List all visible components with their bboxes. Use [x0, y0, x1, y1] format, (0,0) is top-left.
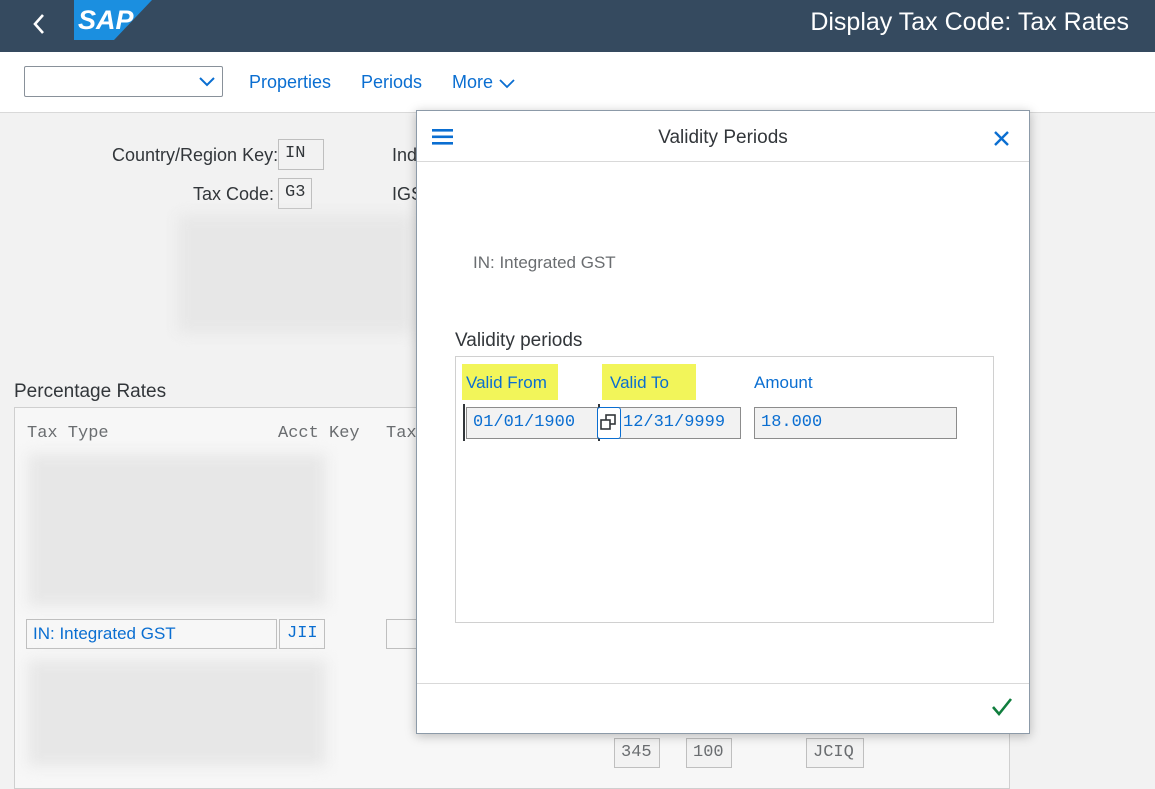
- copy-icon[interactable]: [597, 407, 621, 439]
- periods-button[interactable]: Periods: [361, 72, 422, 93]
- country-label: Country/Region Key:: [112, 145, 279, 165]
- tax-code-label: Tax Code:: [193, 184, 275, 204]
- dialog-footer-divider: [417, 683, 1029, 684]
- focus-brackets: [463, 404, 600, 441]
- confirm-check-icon[interactable]: [991, 697, 1013, 722]
- dialog-subtitle: IN: Integrated GST: [473, 253, 616, 272]
- valid-to-field[interactable]: 12/31/9999: [610, 407, 741, 439]
- close-icon[interactable]: [993, 130, 1010, 152]
- tax-code-field[interactable]: G3: [278, 178, 312, 209]
- blurred-rows-top: [28, 454, 326, 606]
- country-field[interactable]: IN: [278, 139, 324, 170]
- logo-text: SAP: [78, 5, 135, 35]
- variant-dropdown[interactable]: [24, 66, 223, 97]
- dialog-title: Validity Periods: [658, 127, 788, 148]
- rates-title: Percentage Rates: [14, 381, 167, 402]
- bottom-field-2[interactable]: 100: [686, 738, 732, 768]
- chevron-down-icon: [499, 79, 515, 89]
- sap-logo: SAP: [74, 0, 152, 40]
- validity-section-label: Validity periods: [455, 330, 583, 351]
- more-label: More: [452, 72, 494, 92]
- validity-periods-dialog: Validity Periods IN: Integrated GST Vali…: [416, 110, 1030, 734]
- col-valid-from: Valid From: [466, 373, 547, 392]
- col-tax-type: Tax Type: [27, 424, 109, 443]
- blurred-rows-bottom: [28, 660, 326, 766]
- tax-type-field[interactable]: IN: Integrated GST: [26, 619, 277, 649]
- col-amount: Amount: [754, 373, 813, 392]
- bottom-field-1[interactable]: 345: [614, 738, 660, 768]
- acct-key-field[interactable]: JII: [279, 619, 325, 649]
- amount-field[interactable]: 18.000: [754, 407, 957, 439]
- more-button[interactable]: More: [452, 72, 516, 93]
- chevron-down-icon: [198, 73, 216, 94]
- col-tax: Tax: [386, 424, 417, 443]
- bottom-field-3[interactable]: JCIQ: [806, 738, 864, 768]
- col-acct-key: Acct Key: [278, 424, 360, 443]
- page-title: Display Tax Code: Tax Rates: [810, 8, 1129, 36]
- col-valid-to: Valid To: [610, 373, 669, 392]
- back-icon[interactable]: [30, 10, 50, 40]
- properties-button[interactable]: Properties: [249, 72, 331, 93]
- blurred-region: [178, 215, 414, 333]
- ind-label-partial: Ind: [392, 145, 418, 165]
